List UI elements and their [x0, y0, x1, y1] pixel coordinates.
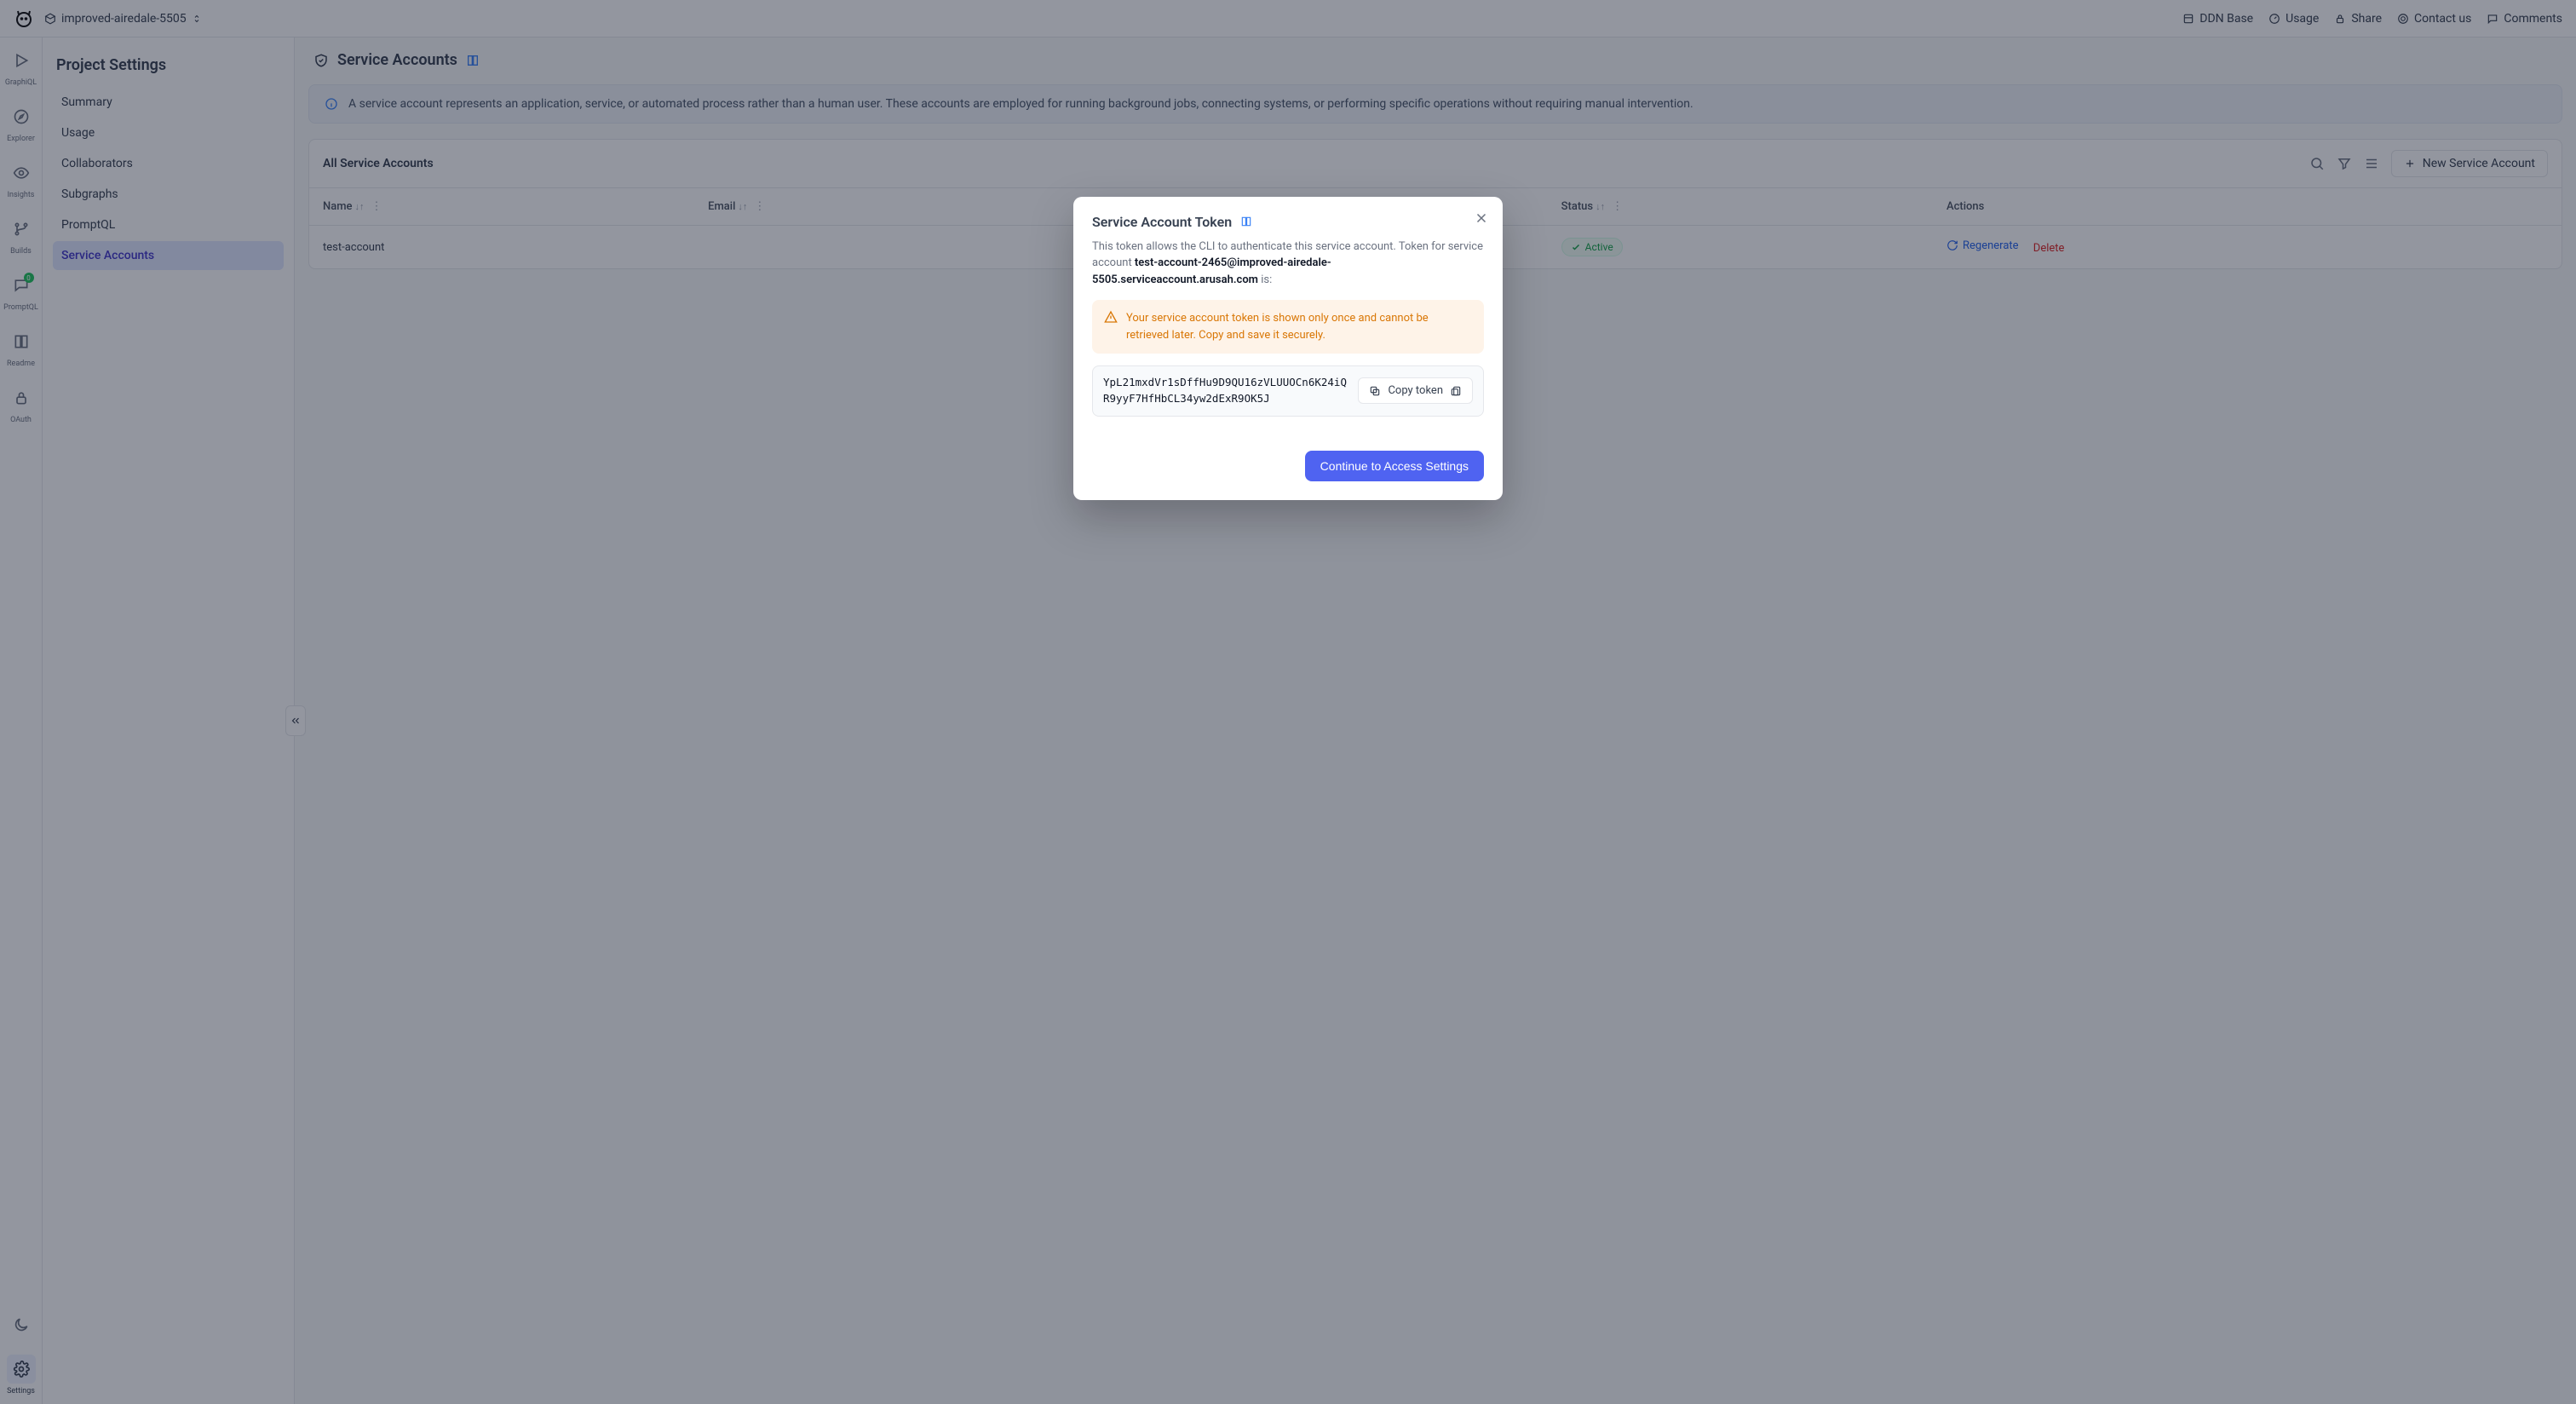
- token-display: YpL21mxdVr1sDffHu9D9QU16zVLUUOCn6K24iQR9…: [1092, 365, 1484, 417]
- docs-link-icon[interactable]: [1240, 216, 1252, 227]
- token-value: YpL21mxdVr1sDffHu9D9QU16zVLUUOCn6K24iQR9…: [1103, 375, 1348, 407]
- warning-icon: [1104, 310, 1118, 324]
- token-modal: Service Account Token This token allows …: [1073, 197, 1503, 500]
- modal-title: Service Account Token: [1092, 214, 1232, 230]
- close-icon: [1474, 210, 1489, 226]
- modal-description: This token allows the CLI to authenticat…: [1092, 239, 1484, 289]
- clipboard-icon: [1450, 385, 1462, 397]
- copy-icon: [1369, 385, 1381, 397]
- modal-close-button[interactable]: [1474, 210, 1489, 229]
- modal-overlay[interactable]: Service Account Token This token allows …: [0, 0, 2576, 1404]
- warning-box: Your service account token is shown only…: [1092, 300, 1484, 354]
- continue-button[interactable]: Continue to Access Settings: [1305, 451, 1484, 481]
- copy-token-button[interactable]: Copy token: [1358, 377, 1473, 404]
